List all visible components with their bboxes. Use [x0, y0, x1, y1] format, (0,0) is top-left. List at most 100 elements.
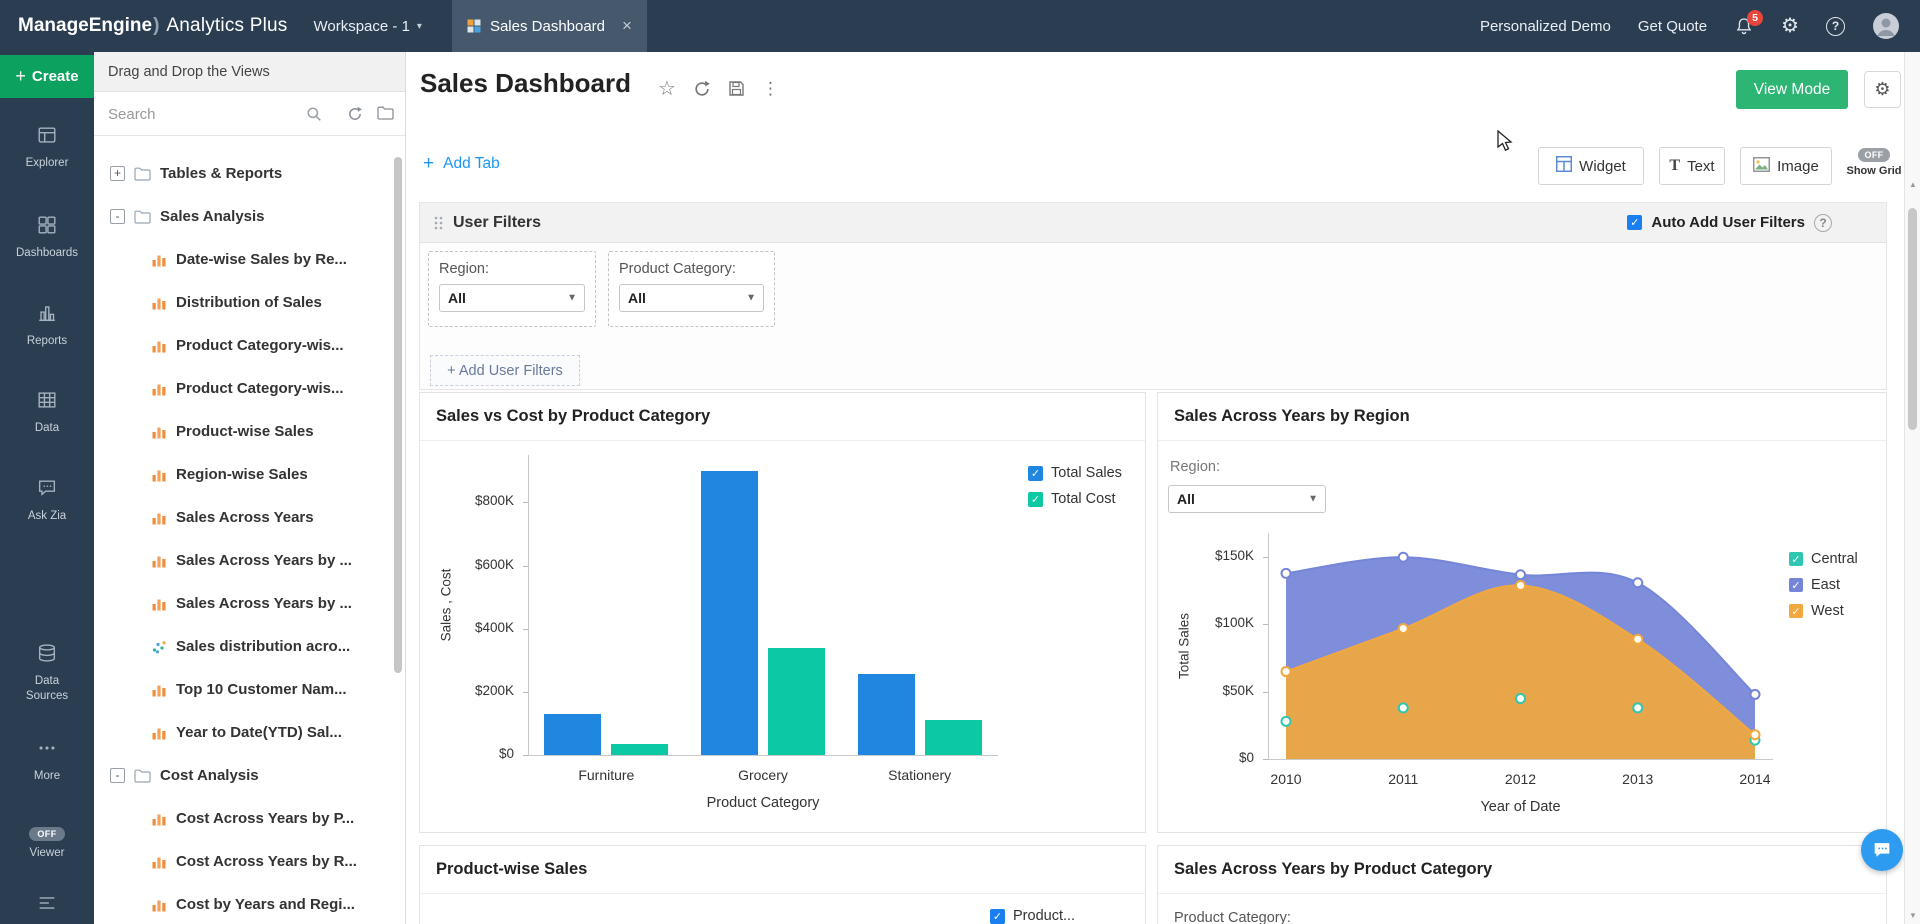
ask-zia-icon: [36, 477, 58, 504]
rail-item-more[interactable]: More: [0, 737, 94, 784]
rail-item-viewer[interactable]: OFFViewer: [0, 827, 94, 861]
scroll-down-icon[interactable]: ▼: [1909, 911, 1917, 920]
more-options-icon[interactable]: ⋮: [762, 79, 779, 99]
legend-checkbox-east[interactable]: ✓: [1789, 578, 1803, 592]
legend-checkbox-west[interactable]: ✓: [1789, 604, 1803, 618]
chat-support-button[interactable]: [1861, 829, 1903, 871]
save-icon[interactable]: [728, 80, 745, 97]
legend-item-total-cost[interactable]: ✓Total Cost: [1028, 491, 1122, 507]
help-button[interactable]: ?: [1826, 17, 1845, 36]
create-button[interactable]: + Create: [0, 55, 94, 98]
rail-item-data[interactable]: Data: [0, 389, 94, 436]
tree-report-product-category-wis[interactable]: Product Category-wis...: [94, 367, 405, 410]
legend-checkbox-total-sales[interactable]: ✓: [1028, 466, 1043, 481]
search-icon[interactable]: [306, 106, 322, 122]
user-filters-help-button[interactable]: ?: [1814, 214, 1832, 232]
tree-report-cost-across-years-by-r[interactable]: Cost Across Years by R...: [94, 840, 405, 883]
favorite-star-icon[interactable]: ☆: [658, 76, 676, 101]
tree-report-date-wise-sales-by-re[interactable]: Date-wise Sales by Re...: [94, 238, 405, 281]
rail-item-dashboards[interactable]: Dashboards: [0, 214, 94, 261]
legend-checkbox[interactable]: ✓: [990, 909, 1005, 924]
show-grid-toggle[interactable]: OFF Show Grid: [1842, 148, 1906, 177]
brand-logo[interactable]: ManageEngine ) Analytics Plus: [18, 15, 287, 37]
legend-checkbox-total-cost[interactable]: ✓: [1028, 492, 1043, 507]
refresh-views-icon[interactable]: [347, 106, 363, 122]
tree-report-sales-distribution-acro[interactable]: Sales distribution acro...: [94, 625, 405, 668]
x-tick-label: 2011: [1363, 771, 1443, 787]
chart-card-sales-across-years-by-product-category: Sales Across Years by Product Category P…: [1157, 845, 1887, 924]
tick-mark: [523, 755, 528, 756]
main-scrollbar-thumb[interactable]: [1908, 208, 1917, 430]
notifications-button[interactable]: 5: [1734, 16, 1754, 37]
folder-view-icon[interactable]: [377, 106, 394, 120]
tree-report-region-wise-sales[interactable]: Region-wise Sales: [94, 453, 405, 496]
tree-report-distribution-of-sales[interactable]: Distribution of Sales: [94, 281, 405, 324]
bar-total-cost-stationery: [925, 720, 982, 755]
legend-item-east[interactable]: ✓ East: [1789, 577, 1858, 593]
tree-report-year-to-date-ytd-sal[interactable]: Year to Date(YTD) Sal...: [94, 711, 405, 754]
text-button[interactable]: T Text: [1659, 147, 1725, 185]
drag-handle-icon[interactable]: [434, 216, 443, 230]
expand-icon[interactable]: +: [110, 166, 125, 181]
main-scrollbar[interactable]: ▲ ▼: [1904, 52, 1920, 924]
tree-item-label: Cost Across Years by R...: [176, 853, 357, 870]
rail-item-data-sources[interactable]: Data Sources: [0, 642, 94, 704]
tree-folder-sales-analysis[interactable]: -Sales Analysis: [94, 195, 405, 238]
rail-item-explorer[interactable]: Explorer: [0, 124, 94, 171]
brand-swoosh: ): [153, 15, 159, 37]
view-mode-button[interactable]: View Mode: [1736, 70, 1848, 109]
settings-button[interactable]: ⚙: [1781, 16, 1799, 36]
tree-report-product-category-wis[interactable]: Product Category-wis...: [94, 324, 405, 367]
product-category-filter-select[interactable]: All: [619, 284, 764, 312]
dashboard-settings-button[interactable]: ⚙: [1864, 71, 1901, 108]
tree-item-label: Cost by Years and Regi...: [176, 896, 355, 913]
add-user-filters-button[interactable]: + Add User Filters: [430, 355, 580, 386]
tree-report-cost-across-years-by-p[interactable]: Cost Across Years by P...: [94, 797, 405, 840]
legend-item-west[interactable]: ✓West: [1789, 603, 1858, 619]
tree-report-sales-across-years-by[interactable]: Sales Across Years by ...: [94, 582, 405, 625]
tree-folder-tables-reports[interactable]: +Tables & Reports: [94, 152, 405, 195]
bar-chart-icon: [151, 381, 167, 397]
tree-item-label: Product Category-wis...: [176, 337, 344, 354]
collapse-icon[interactable]: -: [110, 209, 125, 224]
viewer-off-toggle[interactable]: OFF: [29, 827, 64, 841]
get-quote-link[interactable]: Get Quote: [1638, 18, 1707, 35]
bar-total-cost-grocery: [768, 648, 825, 755]
views-scrollbar-thumb[interactable]: [394, 157, 402, 673]
legend-item-total-sales[interactable]: ✓Total Sales: [1028, 465, 1122, 481]
user-filters-header: User Filters ✓ Auto Add User Filters ?: [420, 203, 1886, 243]
brand-manageengine: ManageEngine: [18, 15, 152, 37]
personalized-demo-link[interactable]: Personalized Demo: [1480, 18, 1611, 35]
tick-mark: [523, 629, 528, 630]
add-tab-button[interactable]: + Add Tab: [423, 154, 500, 173]
legend-label: East: [1811, 577, 1840, 593]
scroll-up-icon[interactable]: ▲: [1909, 180, 1917, 189]
rail-item-reports[interactable]: Reports: [0, 302, 94, 349]
show-grid-state[interactable]: OFF: [1858, 148, 1891, 162]
user-filters-title: User Filters: [453, 214, 541, 232]
legend-item-central[interactable]: ✓Central: [1789, 551, 1858, 567]
avatar[interactable]: [1872, 12, 1900, 40]
legend-item[interactable]: ✓ Product...: [990, 908, 1075, 924]
tree-report-product-wise-sales[interactable]: Product-wise Sales: [94, 410, 405, 453]
tree-folder-cost-analysis[interactable]: -Cost Analysis: [94, 754, 405, 797]
auto-add-user-filters-checkbox[interactable]: ✓: [1627, 215, 1642, 230]
search-input[interactable]: [108, 100, 298, 128]
collapse-menu-button[interactable]: [0, 892, 94, 919]
tree-report-cost-by-years-and-regi[interactable]: Cost by Years and Regi...: [94, 883, 405, 924]
chart-region-filter-select[interactable]: All: [1168, 485, 1326, 513]
tab-sales-dashboard[interactable]: Sales Dashboard ×: [452, 0, 647, 52]
region-filter-select[interactable]: All: [439, 284, 585, 312]
tree-report-sales-across-years-by[interactable]: Sales Across Years by ...: [94, 539, 405, 582]
auto-add-user-filters-label: Auto Add User Filters: [1651, 214, 1805, 231]
refresh-dashboard-icon[interactable]: [693, 80, 711, 98]
widget-button[interactable]: Widget: [1538, 147, 1644, 185]
image-button[interactable]: Image: [1740, 147, 1832, 185]
tree-report-top-10-customer-nam[interactable]: Top 10 Customer Nam...: [94, 668, 405, 711]
workspace-selector[interactable]: Workspace - 1 ▾: [313, 18, 421, 35]
close-icon[interactable]: ×: [622, 16, 632, 36]
legend-checkbox-central[interactable]: ✓: [1789, 552, 1803, 566]
collapse-icon[interactable]: -: [110, 768, 125, 783]
tree-report-sales-across-years[interactable]: Sales Across Years: [94, 496, 405, 539]
rail-item-ask-zia[interactable]: Ask Zia: [0, 477, 94, 524]
